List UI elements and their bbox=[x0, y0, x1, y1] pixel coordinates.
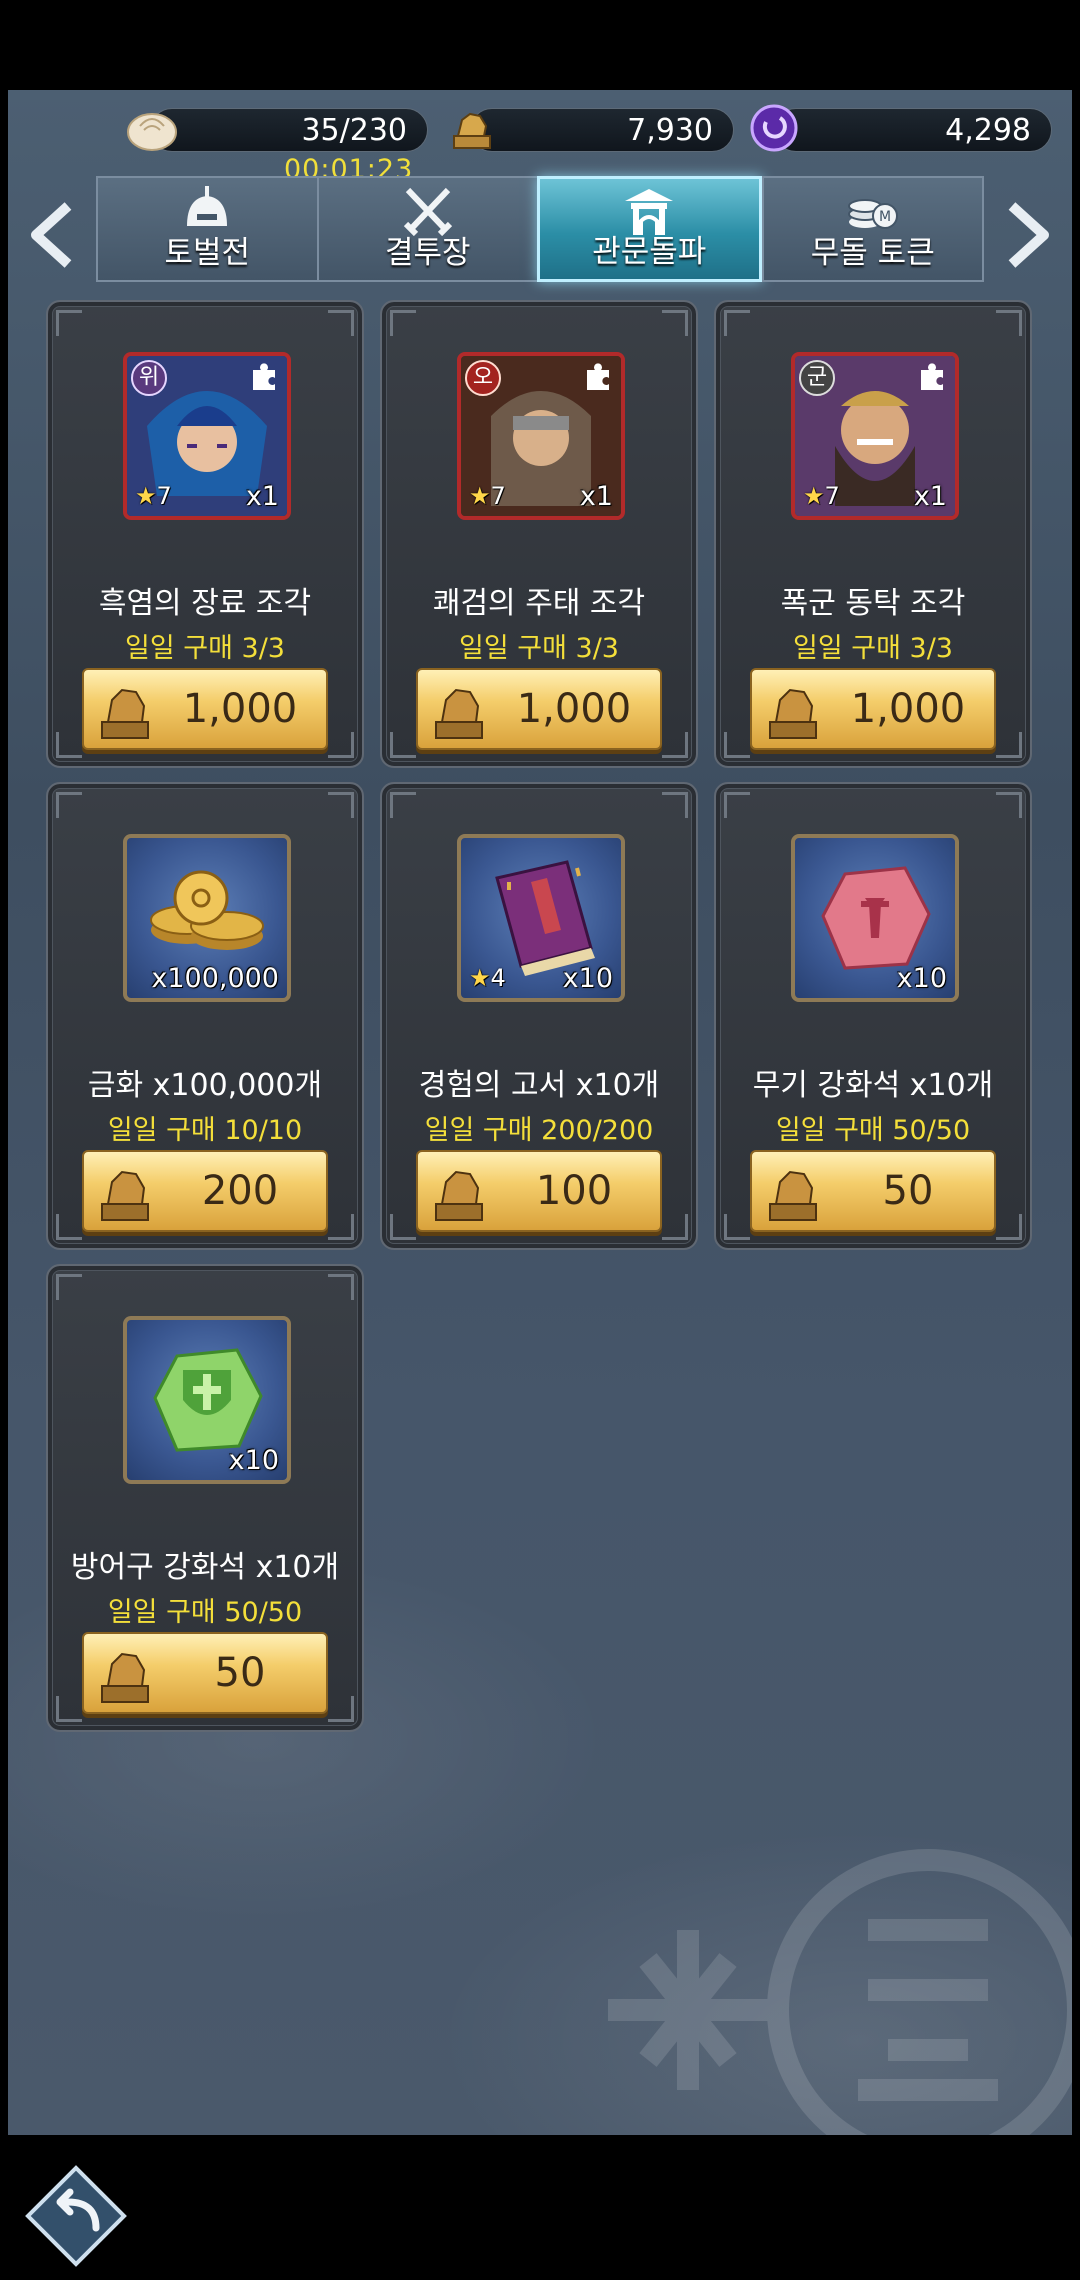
tab-label: 무돌 토큰 bbox=[810, 235, 935, 271]
item-quantity: x1 bbox=[245, 481, 279, 512]
faction-badge: 오 bbox=[465, 360, 501, 396]
shop-item-card[interactable]: x10 방어구 강화석 x10개 일일 구매 50/50 50 bbox=[46, 1264, 364, 1732]
item-name: 쾌검의 주태 조각 bbox=[432, 586, 646, 621]
svg-text:M: M bbox=[879, 209, 891, 225]
price: 1,000 bbox=[182, 686, 298, 732]
gem-value: 4,298 bbox=[945, 113, 1031, 148]
item-quantity: x10 bbox=[228, 1445, 279, 1476]
star-rating: ★4 bbox=[469, 964, 506, 992]
bronze-token-icon bbox=[101, 1652, 149, 1703]
token-value: 7,930 bbox=[627, 113, 713, 148]
tab-label: 관문돌파 bbox=[592, 234, 707, 270]
shop-item-card[interactable]: 오 ★7 x1 쾌검의 주태 조각 일일 구매 3/3 1,000 bbox=[380, 300, 698, 768]
armor-stone-thumbnail: x10 bbox=[123, 1316, 291, 1484]
stamina-bar: 35/230 bbox=[150, 108, 428, 152]
item-name: 방어구 강화석 x10개 bbox=[70, 1550, 340, 1585]
book-thumbnail: ★4 x10 bbox=[457, 834, 625, 1002]
bronze-token-icon bbox=[769, 688, 817, 739]
bronze-token-icon bbox=[769, 1170, 817, 1221]
bronze-token-icon bbox=[435, 1170, 483, 1221]
gold-coins-thumbnail: x100,000 bbox=[123, 834, 291, 1002]
buy-button[interactable]: 50 bbox=[750, 1150, 996, 1232]
daily-purchase-limit: 일일 구매 3/3 bbox=[125, 633, 285, 664]
daily-purchase-limit: 일일 구매 200/200 bbox=[424, 1115, 654, 1146]
item-name: 무기 강화석 x10개 bbox=[752, 1068, 994, 1103]
hero-fragment-thumbnail: 오 ★7 x1 bbox=[457, 352, 625, 520]
buy-button[interactable]: 200 bbox=[82, 1150, 328, 1232]
faction-badge: 군 bbox=[799, 360, 835, 396]
daily-purchase-limit: 일일 구매 3/3 bbox=[459, 633, 619, 664]
tab-label: 결투장 bbox=[384, 235, 471, 271]
stamina-value: 35/230 bbox=[301, 113, 407, 148]
item-quantity: x10 bbox=[562, 963, 613, 994]
price: 200 bbox=[201, 1168, 279, 1214]
puzzle-piece-icon bbox=[253, 363, 275, 390]
emblem-watermark-icon bbox=[608, 1849, 1072, 2135]
shop-item-card[interactable]: 군 ★7 x1 폭군 동탁 조각 일일 구매 3/3 1,000 bbox=[714, 300, 1032, 768]
bun-icon bbox=[127, 113, 177, 151]
weapon-stone-thumbnail: x10 bbox=[791, 834, 959, 1002]
item-quantity: x1 bbox=[579, 481, 613, 512]
buy-button[interactable]: 1,000 bbox=[750, 668, 996, 750]
daily-purchase-limit: 일일 구매 10/10 bbox=[107, 1115, 303, 1146]
shop-item-card[interactable]: ★4 x10 경험의 고서 x10개 일일 구매 200/200 100 bbox=[380, 782, 698, 1250]
price: 100 bbox=[535, 1168, 613, 1214]
daily-purchase-limit: 일일 구매 3/3 bbox=[793, 633, 953, 664]
item-quantity: x100,000 bbox=[151, 963, 279, 994]
item-quantity: x1 bbox=[913, 481, 947, 512]
star-rating: ★7 bbox=[135, 482, 172, 510]
bronze-token-icon bbox=[101, 1170, 149, 1221]
token-bar: 7,930 bbox=[470, 108, 734, 152]
item-name: 경험의 고서 x10개 bbox=[418, 1068, 660, 1103]
tab-label: 토벌전 bbox=[164, 235, 251, 271]
buy-button[interactable]: 1,000 bbox=[416, 668, 662, 750]
star-rating: ★7 bbox=[803, 482, 840, 510]
item-name: 흑염의 장료 조각 bbox=[98, 586, 312, 621]
puzzle-piece-icon bbox=[921, 363, 943, 390]
prev-tab-arrow-icon[interactable] bbox=[24, 200, 84, 270]
shop-item-card[interactable]: 위 ★7 x1 흑염의 장료 조각 일일 구매 3/3 1,000 bbox=[46, 300, 364, 768]
bronze-token-icon bbox=[453, 112, 491, 149]
price: 50 bbox=[882, 1168, 934, 1214]
shop-item-card[interactable]: x10 무기 강화석 x10개 일일 구매 50/50 50 bbox=[714, 782, 1032, 1250]
back-button-icon[interactable] bbox=[22, 2162, 130, 2270]
tab-token[interactable]: M 무돌 토큰 bbox=[761, 176, 984, 282]
tab-subjugation[interactable]: 토벌전 bbox=[96, 176, 317, 282]
buy-button[interactable]: 100 bbox=[416, 1150, 662, 1232]
item-name: 금화 x100,000개 bbox=[87, 1068, 323, 1103]
price: 50 bbox=[214, 1650, 266, 1696]
star-rating: ★7 bbox=[469, 482, 506, 510]
shop-item-card[interactable]: x100,000 금화 x100,000개 일일 구매 10/10 200 bbox=[46, 782, 364, 1250]
tab-arena[interactable]: 결투장 bbox=[316, 176, 537, 282]
bottom-bar bbox=[0, 2135, 1080, 2280]
tab-bar: 토벌전 결투장 관문돌파 M 무돌 토큰 bbox=[96, 176, 984, 286]
purple-orb-icon bbox=[750, 104, 798, 152]
item-name: 폭군 동탁 조각 bbox=[780, 586, 966, 621]
buy-button[interactable]: 1,000 bbox=[82, 668, 328, 750]
daily-purchase-limit: 일일 구매 50/50 bbox=[107, 1597, 303, 1628]
hero-fragment-thumbnail: 위 ★7 x1 bbox=[123, 352, 291, 520]
tab-gate-breakthrough[interactable]: 관문돌파 bbox=[537, 176, 762, 282]
buy-button[interactable]: 50 bbox=[82, 1632, 328, 1714]
hero-fragment-thumbnail: 군 ★7 x1 bbox=[791, 352, 959, 520]
bronze-token-icon bbox=[101, 688, 149, 739]
next-tab-arrow-icon[interactable] bbox=[996, 200, 1056, 270]
bronze-token-icon bbox=[435, 688, 483, 739]
item-quantity: x10 bbox=[896, 963, 947, 994]
puzzle-piece-icon bbox=[587, 363, 609, 390]
price: 1,000 bbox=[850, 686, 966, 732]
daily-purchase-limit: 일일 구매 50/50 bbox=[775, 1115, 971, 1146]
price: 1,000 bbox=[516, 686, 632, 732]
faction-badge: 위 bbox=[131, 360, 167, 396]
gem-bar: 4,298 bbox=[774, 108, 1052, 152]
